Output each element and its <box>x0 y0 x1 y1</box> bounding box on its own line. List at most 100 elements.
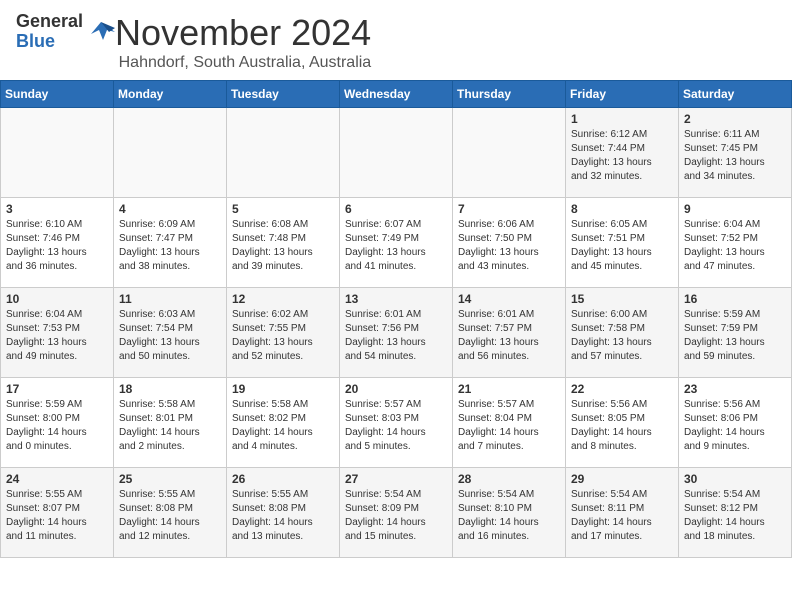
calendar-week-1: 1 Sunrise: 6:12 AM Sunset: 7:44 PM Daylig… <box>1 108 792 198</box>
day-number: 1 <box>571 112 673 126</box>
calendar-cell: 7 Sunrise: 6:06 AM Sunset: 7:50 PM Daylig… <box>453 198 566 288</box>
calendar-cell: 18 Sunrise: 5:58 AM Sunset: 8:01 PM Dayli… <box>114 378 227 468</box>
day-info: Sunrise: 5:54 AM Sunset: 8:11 PM Dayligh… <box>571 488 673 544</box>
calendar-cell <box>340 108 453 198</box>
calendar-header: SundayMondayTuesdayWednesdayThursdayFrid… <box>1 81 792 108</box>
day-number: 22 <box>571 382 673 396</box>
calendar-cell: 22 Sunrise: 5:56 AM Sunset: 8:05 PM Dayli… <box>566 378 679 468</box>
title-block: November 2024 Hahndorf, South Australia,… <box>115 12 371 72</box>
logo-name: General Blue <box>16 12 83 52</box>
calendar-cell <box>453 108 566 198</box>
calendar-cell: 15 Sunrise: 6:00 AM Sunset: 7:58 PM Dayli… <box>566 288 679 378</box>
day-info: Sunrise: 6:01 AM Sunset: 7:57 PM Dayligh… <box>458 308 560 364</box>
day-info: Sunrise: 5:59 AM Sunset: 8:00 PM Dayligh… <box>6 398 108 454</box>
day-info: Sunrise: 6:09 AM Sunset: 7:47 PM Dayligh… <box>119 218 221 274</box>
calendar-week-4: 17 Sunrise: 5:59 AM Sunset: 8:00 PM Dayli… <box>1 378 792 468</box>
day-number: 7 <box>458 202 560 216</box>
column-header-sunday: Sunday <box>1 81 114 108</box>
calendar-cell: 14 Sunrise: 6:01 AM Sunset: 7:57 PM Dayli… <box>453 288 566 378</box>
day-number: 18 <box>119 382 221 396</box>
day-info: Sunrise: 6:04 AM Sunset: 7:52 PM Dayligh… <box>684 218 786 274</box>
day-number: 21 <box>458 382 560 396</box>
day-number: 29 <box>571 472 673 486</box>
day-number: 28 <box>458 472 560 486</box>
location-title: Hahndorf, South Australia, Australia <box>115 54 371 72</box>
calendar-cell: 23 Sunrise: 5:56 AM Sunset: 8:06 PM Dayli… <box>679 378 792 468</box>
day-number: 10 <box>6 292 108 306</box>
day-number: 25 <box>119 472 221 486</box>
day-number: 6 <box>345 202 447 216</box>
day-info: Sunrise: 5:55 AM Sunset: 8:08 PM Dayligh… <box>232 488 334 544</box>
day-info: Sunrise: 5:56 AM Sunset: 8:06 PM Dayligh… <box>684 398 786 454</box>
calendar-cell: 20 Sunrise: 5:57 AM Sunset: 8:03 PM Dayli… <box>340 378 453 468</box>
calendar-cell: 10 Sunrise: 6:04 AM Sunset: 7:53 PM Dayli… <box>1 288 114 378</box>
day-info: Sunrise: 5:59 AM Sunset: 7:59 PM Dayligh… <box>684 308 786 364</box>
calendar-week-2: 3Sunrise: 6:10 AM Sunset: 7:46 PM Daylig… <box>1 198 792 288</box>
day-info: Sunrise: 5:54 AM Sunset: 8:10 PM Dayligh… <box>458 488 560 544</box>
day-info: Sunrise: 6:07 AM Sunset: 7:49 PM Dayligh… <box>345 218 447 274</box>
day-info: Sunrise: 6:04 AM Sunset: 7:53 PM Dayligh… <box>6 308 108 364</box>
day-number: 15 <box>571 292 673 306</box>
day-number: 30 <box>684 472 786 486</box>
day-info: Sunrise: 6:06 AM Sunset: 7:50 PM Dayligh… <box>458 218 560 274</box>
header-row: SundayMondayTuesdayWednesdayThursdayFrid… <box>1 81 792 108</box>
page-container: General Blue November 2024 Hahndorf, Sou… <box>0 0 792 558</box>
header: General Blue November 2024 Hahndorf, Sou… <box>0 0 792 80</box>
calendar-cell: 1 Sunrise: 6:12 AM Sunset: 7:44 PM Daylig… <box>566 108 679 198</box>
calendar-cell: 12 Sunrise: 6:02 AM Sunset: 7:55 PM Dayli… <box>227 288 340 378</box>
day-info: Sunrise: 5:55 AM Sunset: 8:07 PM Dayligh… <box>6 488 108 544</box>
calendar-cell: 5Sunrise: 6:08 AM Sunset: 7:48 PM Daylig… <box>227 198 340 288</box>
calendar-cell: 3Sunrise: 6:10 AM Sunset: 7:46 PM Daylig… <box>1 198 114 288</box>
day-number: 12 <box>232 292 334 306</box>
day-info: Sunrise: 5:57 AM Sunset: 8:03 PM Dayligh… <box>345 398 447 454</box>
column-header-thursday: Thursday <box>453 81 566 108</box>
calendar-cell: 24 Sunrise: 5:55 AM Sunset: 8:07 PM Dayli… <box>1 468 114 558</box>
day-info: Sunrise: 6:12 AM Sunset: 7:44 PM Dayligh… <box>571 128 673 184</box>
day-info: Sunrise: 5:58 AM Sunset: 8:01 PM Dayligh… <box>119 398 221 454</box>
calendar-cell: 29 Sunrise: 5:54 AM Sunset: 8:11 PM Dayli… <box>566 468 679 558</box>
calendar-cell: 19Sunrise: 5:58 AM Sunset: 8:02 PM Dayli… <box>227 378 340 468</box>
calendar-body: 1 Sunrise: 6:12 AM Sunset: 7:44 PM Daylig… <box>1 108 792 558</box>
calendar-cell: 30 Sunrise: 5:54 AM Sunset: 8:12 PM Dayli… <box>679 468 792 558</box>
column-header-friday: Friday <box>566 81 679 108</box>
day-number: 5 <box>232 202 334 216</box>
calendar-cell <box>1 108 114 198</box>
column-header-saturday: Saturday <box>679 81 792 108</box>
day-number: 24 <box>6 472 108 486</box>
calendar-cell: 17 Sunrise: 5:59 AM Sunset: 8:00 PM Dayli… <box>1 378 114 468</box>
day-number: 3 <box>6 202 108 216</box>
calendar-cell: 9Sunrise: 6:04 AM Sunset: 7:52 PM Daylig… <box>679 198 792 288</box>
logo-general: General <box>16 12 83 32</box>
calendar-cell: 16 Sunrise: 5:59 AM Sunset: 7:59 PM Dayli… <box>679 288 792 378</box>
day-number: 16 <box>684 292 786 306</box>
day-info: Sunrise: 5:58 AM Sunset: 8:02 PM Dayligh… <box>232 398 334 454</box>
logo-bird-icon <box>87 18 115 46</box>
day-info: Sunrise: 6:00 AM Sunset: 7:58 PM Dayligh… <box>571 308 673 364</box>
calendar-cell: 6 Sunrise: 6:07 AM Sunset: 7:49 PM Daylig… <box>340 198 453 288</box>
column-header-monday: Monday <box>114 81 227 108</box>
calendar-week-3: 10 Sunrise: 6:04 AM Sunset: 7:53 PM Dayli… <box>1 288 792 378</box>
day-info: Sunrise: 5:54 AM Sunset: 8:12 PM Dayligh… <box>684 488 786 544</box>
calendar-cell <box>114 108 227 198</box>
calendar-cell: 11Sunrise: 6:03 AM Sunset: 7:54 PM Dayli… <box>114 288 227 378</box>
calendar-cell: 2Sunrise: 6:11 AM Sunset: 7:45 PM Daylig… <box>679 108 792 198</box>
logo: General Blue <box>16 12 115 52</box>
column-header-tuesday: Tuesday <box>227 81 340 108</box>
day-number: 17 <box>6 382 108 396</box>
day-number: 14 <box>458 292 560 306</box>
day-number: 13 <box>345 292 447 306</box>
day-info: Sunrise: 6:02 AM Sunset: 7:55 PM Dayligh… <box>232 308 334 364</box>
day-info: Sunrise: 5:56 AM Sunset: 8:05 PM Dayligh… <box>571 398 673 454</box>
day-number: 8 <box>571 202 673 216</box>
calendar-cell: 8Sunrise: 6:05 AM Sunset: 7:51 PM Daylig… <box>566 198 679 288</box>
day-number: 11 <box>119 292 221 306</box>
calendar-cell: 26Sunrise: 5:55 AM Sunset: 8:08 PM Dayli… <box>227 468 340 558</box>
day-number: 20 <box>345 382 447 396</box>
day-info: Sunrise: 6:11 AM Sunset: 7:45 PM Dayligh… <box>684 128 786 184</box>
day-number: 23 <box>684 382 786 396</box>
calendar-table: SundayMondayTuesdayWednesdayThursdayFrid… <box>0 80 792 558</box>
calendar-cell <box>227 108 340 198</box>
calendar-cell: 4Sunrise: 6:09 AM Sunset: 7:47 PM Daylig… <box>114 198 227 288</box>
calendar-cell: 27Sunrise: 5:54 AM Sunset: 8:09 PM Dayli… <box>340 468 453 558</box>
day-info: Sunrise: 5:57 AM Sunset: 8:04 PM Dayligh… <box>458 398 560 454</box>
